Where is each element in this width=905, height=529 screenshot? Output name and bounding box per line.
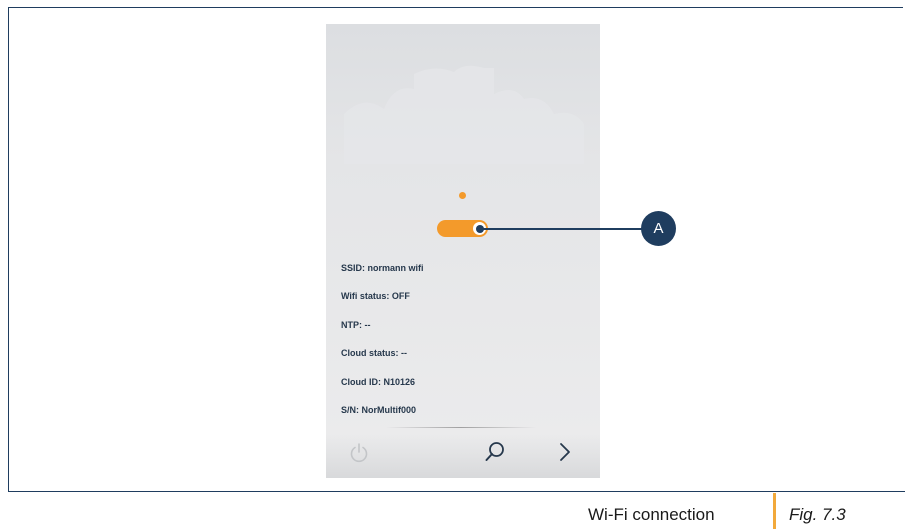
wifi-status-text: Wifi status: OFF <box>341 291 410 301</box>
cloud-status-text: Cloud status: -- <box>341 348 407 358</box>
phone-screen: SSID: normann wifi Wifi status: OFF NTP:… <box>326 24 600 478</box>
callout-label-a: A <box>641 211 676 246</box>
ssid-text: SSID: normann wifi <box>341 263 424 273</box>
nav-divider <box>386 427 536 428</box>
chevron-right-icon <box>560 443 570 461</box>
power-icon <box>350 443 368 463</box>
next-button[interactable] <box>556 441 574 468</box>
caption-separator <box>773 493 776 529</box>
search-button[interactable] <box>484 441 506 468</box>
callout-anchor <box>476 225 484 233</box>
cloud-id-text: Cloud ID: N10126 <box>341 377 416 387</box>
status-dot <box>459 192 466 199</box>
search-icon <box>485 442 504 461</box>
ntp-text: NTP: -- <box>341 320 371 330</box>
power-button[interactable] <box>348 441 370 468</box>
caption-divider <box>8 491 905 492</box>
caption-title: Wi-Fi connection <box>588 505 715 524</box>
callout-line <box>480 228 644 230</box>
figure-number: Fig. 7.3 <box>789 505 846 524</box>
serial-number-text: S/N: NorMultif000 <box>341 405 417 415</box>
background-skyline <box>344 65 584 164</box>
